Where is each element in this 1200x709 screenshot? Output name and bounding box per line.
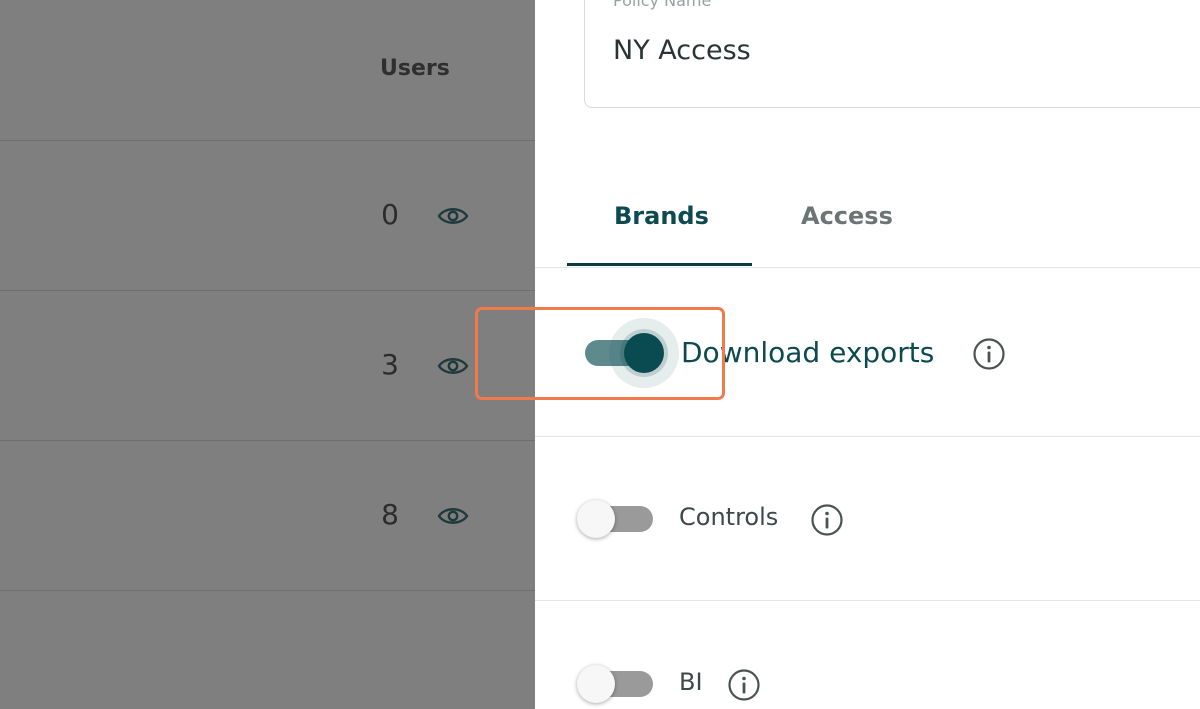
dimmed-backdrop[interactable]: Users 0 3 8 (0, 0, 535, 709)
eye-icon[interactable] (437, 355, 469, 377)
row-divider (535, 600, 1200, 601)
bi-label: BI (679, 668, 703, 696)
eye-icon[interactable] (437, 505, 469, 527)
tab-access[interactable]: Access (801, 198, 893, 234)
info-icon[interactable] (727, 668, 761, 702)
eye-icon[interactable] (437, 205, 469, 227)
info-icon[interactable] (810, 503, 844, 537)
toggle-knob (577, 500, 615, 538)
row-divider (0, 590, 535, 591)
user-count: 0 (381, 198, 399, 231)
toggle-knob (577, 665, 615, 703)
row-divider (0, 290, 535, 291)
policy-name-field[interactable]: Policy Name NY Access (584, 0, 1200, 108)
users-column-header: Users (380, 56, 450, 81)
controls-toggle[interactable] (577, 500, 653, 538)
user-count: 8 (381, 498, 399, 531)
highlight-annotation (475, 307, 725, 400)
row-divider (0, 440, 535, 441)
user-count: 3 (381, 348, 399, 381)
controls-label: Controls (679, 503, 779, 531)
policy-name-value[interactable]: NY Access (613, 35, 751, 66)
active-tab-indicator (567, 263, 752, 266)
info-icon[interactable] (972, 337, 1006, 371)
row-divider (535, 436, 1200, 437)
policy-name-label: Policy Name (613, 0, 712, 10)
bi-toggle[interactable] (577, 665, 653, 703)
row-divider (0, 140, 535, 141)
tabs-divider (535, 267, 1200, 268)
tab-brands[interactable]: Brands (614, 198, 709, 234)
